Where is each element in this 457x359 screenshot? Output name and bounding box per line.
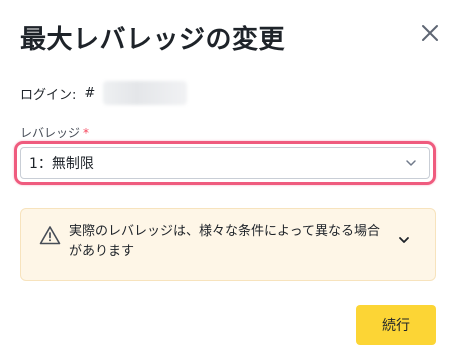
leverage-select-value: 1：無制限 <box>29 156 94 172</box>
required-mark: * <box>83 126 90 140</box>
leverage-select-highlight: 1：無制限 <box>14 141 436 185</box>
login-hash: # <box>84 85 96 101</box>
leverage-select[interactable]: 1：無制限 <box>20 147 430 179</box>
chevron-down-icon <box>406 160 416 166</box>
warning-text: 実際のレバレッジは、様々な条件によって異なる場合があります <box>69 224 380 259</box>
dialog-title: 最大レバレッジの変更 <box>20 25 286 55</box>
login-id-redacted <box>103 81 188 105</box>
leverage-label-text: レバレッジ <box>20 126 81 140</box>
leverage-warning-notice: 実際のレバレッジは、様々な条件によって異なる場合があります <box>20 208 436 281</box>
login-label: ログイン: <box>20 87 77 103</box>
close-icon[interactable] <box>419 22 441 44</box>
continue-button[interactable]: 続行 <box>356 305 436 345</box>
warning-triangle-icon <box>39 226 61 245</box>
login-row: ログイン: # <box>20 80 188 106</box>
change-max-leverage-dialog: 最大レバレッジの変更 ログイン: # レバレッジ * 1：無制限 実際のレバレッジ… <box>0 0 457 359</box>
chevron-down-icon[interactable] <box>397 233 411 247</box>
leverage-label: レバレッジ * <box>20 124 89 141</box>
